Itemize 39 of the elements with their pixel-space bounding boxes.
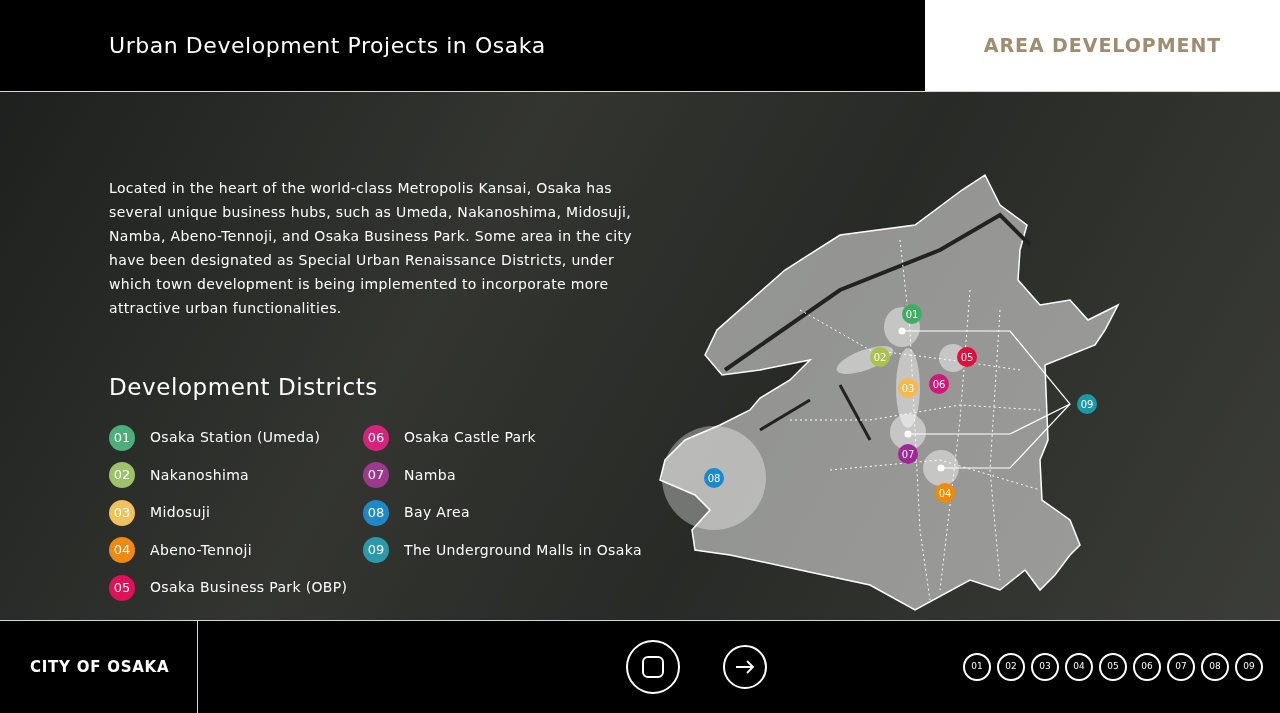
- next-button[interactable]: [723, 645, 767, 689]
- page-button[interactable]: 01: [963, 653, 991, 681]
- section-label: AREA DEVELOPMENT: [925, 0, 1280, 91]
- page-button[interactable]: 08: [1201, 653, 1229, 681]
- page-button[interactable]: 05: [1099, 653, 1127, 681]
- district-number: 09: [363, 537, 389, 563]
- page-button[interactable]: 09: [1235, 653, 1263, 681]
- map-marker[interactable]: 07: [898, 444, 918, 464]
- arrow-right-icon: [735, 660, 755, 674]
- district-name: Osaka Business Park (OBP): [150, 578, 348, 597]
- page-button[interactable]: 03: [1031, 653, 1059, 681]
- district-name: Abeno-Tennoji: [150, 540, 252, 560]
- district-number: 08: [363, 499, 389, 526]
- district-number: 04: [109, 537, 135, 563]
- district-name: Nakanoshima: [150, 465, 250, 485]
- district-number: 05: [109, 574, 135, 601]
- district-name: Osaka Station (Umeda): [150, 428, 321, 447]
- district-number: 07: [363, 462, 389, 488]
- map-marker[interactable]: 08: [704, 468, 724, 488]
- district-number: 06: [363, 424, 389, 451]
- district-name: Namba: [404, 465, 456, 485]
- page-button[interactable]: 06: [1133, 653, 1161, 681]
- map-marker[interactable]: 06: [929, 374, 949, 394]
- districts-heading: Development Districts: [109, 373, 379, 402]
- home-button[interactable]: [626, 640, 680, 694]
- map-marker[interactable]: 05: [957, 347, 977, 367]
- district-name: The Underground Malls in Osaka: [404, 540, 642, 560]
- intro-paragraph: Located in the heart of the world-class Metropolis Kansai, Osaka has several unique business hubs, such as Umeda, Nakanoshima, Midosuji, Namba, Abeno-Tennoji, and Osaka Business Park. Some area in the city have been designated as Special Urban Renaissance Districts, under which town development is being implemented to incorporate more attractive urban functionalities.: [109, 179, 633, 318]
- district-number: 02: [109, 462, 135, 488]
- page-button[interactable]: 04: [1065, 653, 1093, 681]
- district-name: Bay Area: [404, 503, 470, 522]
- district-number: 03: [109, 499, 135, 526]
- page-button[interactable]: 02: [997, 653, 1025, 681]
- page-title: Urban Development Projects in Osaka: [109, 32, 546, 60]
- district-name: Osaka Castle Park: [404, 428, 537, 447]
- district-name: Midosuji: [150, 503, 211, 522]
- district-number: 01: [109, 424, 135, 451]
- brand-label: CITY OF OSAKA: [30, 656, 170, 678]
- page-button[interactable]: 07: [1167, 653, 1195, 681]
